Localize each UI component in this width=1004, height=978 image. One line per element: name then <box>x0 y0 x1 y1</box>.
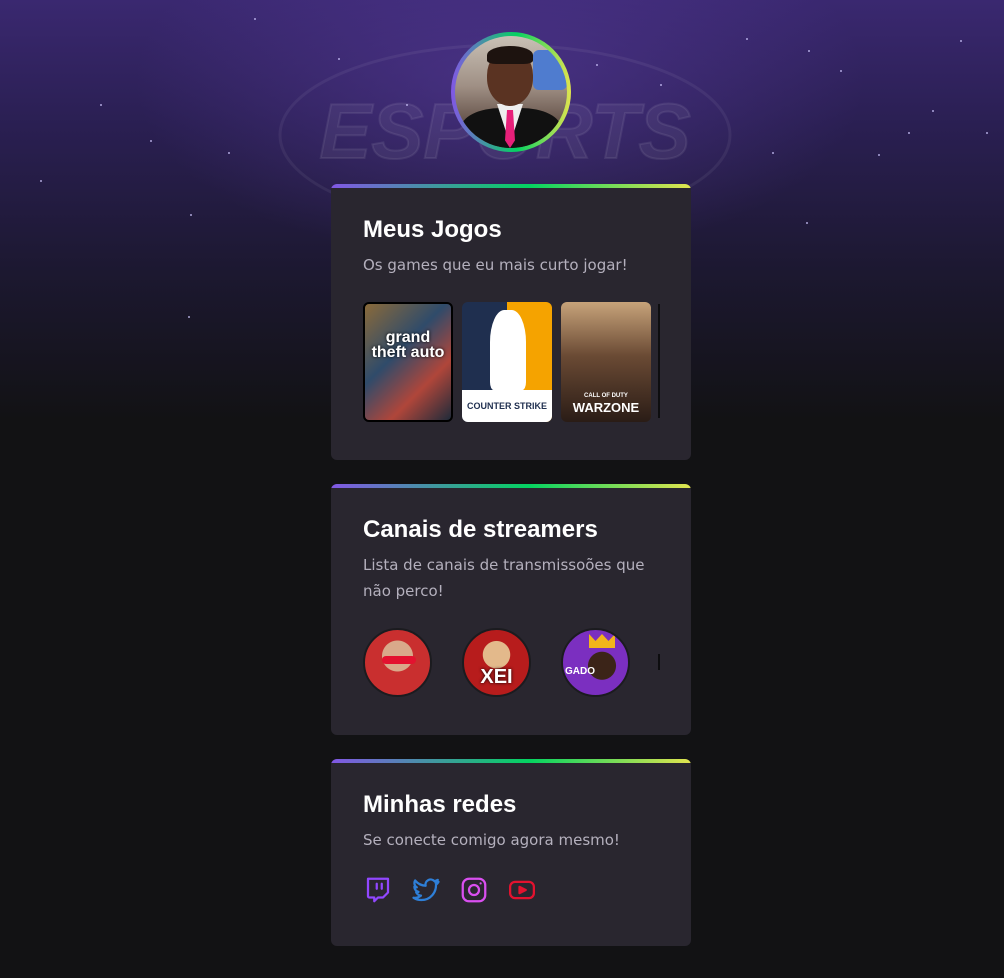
soldier-silhouette-icon <box>490 310 526 390</box>
streamers-carousel[interactable]: XEI GADO <box>363 628 660 697</box>
games-carousel[interactable]: grand theft auto COUNTER STRIKE CALL OF … <box>363 302 660 422</box>
twitter-link[interactable] <box>411 875 441 905</box>
game-cover-title: COUNTER STRIKE <box>462 390 552 422</box>
streamer-avatar-2[interactable]: XEI <box>462 628 531 697</box>
games-card-subtitle: Os games que eu mais curto jogar! <box>363 256 628 274</box>
twitch-link[interactable] <box>363 875 393 905</box>
instagram-icon <box>461 877 487 903</box>
game-cover-title: CALL OF DUTY WARZONE <box>573 390 639 414</box>
game-cover-warzone[interactable]: CALL OF DUTY WARZONE <box>561 302 651 422</box>
game-cover-name: WARZONE <box>572 400 640 415</box>
twitch-icon <box>366 877 390 903</box>
game-cover-title: grand theft auto <box>371 329 445 361</box>
avatar-hair-shape <box>487 46 533 64</box>
social-links <box>363 875 659 905</box>
socials-card: Minhas redes Se conecte comigo agora mes… <box>331 759 691 946</box>
profile-avatar <box>451 32 571 152</box>
game-cover-counter-strike[interactable]: COUNTER STRIKE <box>462 302 552 422</box>
youtube-icon <box>509 880 535 900</box>
streamer-badge: GADO <box>565 666 595 677</box>
carousel-next-item-edge <box>658 654 660 670</box>
games-card: Meus Jogos Os games que eu mais curto jo… <box>331 184 691 460</box>
sunglasses-shape <box>382 656 416 664</box>
games-card-title: Meus Jogos <box>363 216 502 243</box>
twitter-icon <box>412 878 440 902</box>
youtube-link[interactable] <box>507 875 537 905</box>
avatar-photo <box>455 36 567 148</box>
streamers-card-subtitle: Lista de canais de transmissoões que não… <box>363 556 645 600</box>
streamer-avatar-3[interactable]: GADO <box>561 628 630 697</box>
streamers-card-title: Canais de streamers <box>363 516 598 543</box>
socials-card-subtitle: Se conecte comigo agora mesmo! <box>363 831 620 849</box>
game-cover-gta[interactable]: grand theft auto <box>363 302 453 422</box>
avatar-flag-shape <box>533 50 567 90</box>
instagram-link[interactable] <box>459 875 489 905</box>
streamer-badge: XEI <box>480 666 513 688</box>
crown-icon <box>589 634 615 648</box>
socials-card-title: Minhas redes <box>363 791 517 818</box>
carousel-next-item-edge <box>658 304 660 418</box>
streamer-avatar-1[interactable] <box>363 628 432 697</box>
streamers-card: Canais de streamers Lista de canais de t… <box>331 484 691 735</box>
